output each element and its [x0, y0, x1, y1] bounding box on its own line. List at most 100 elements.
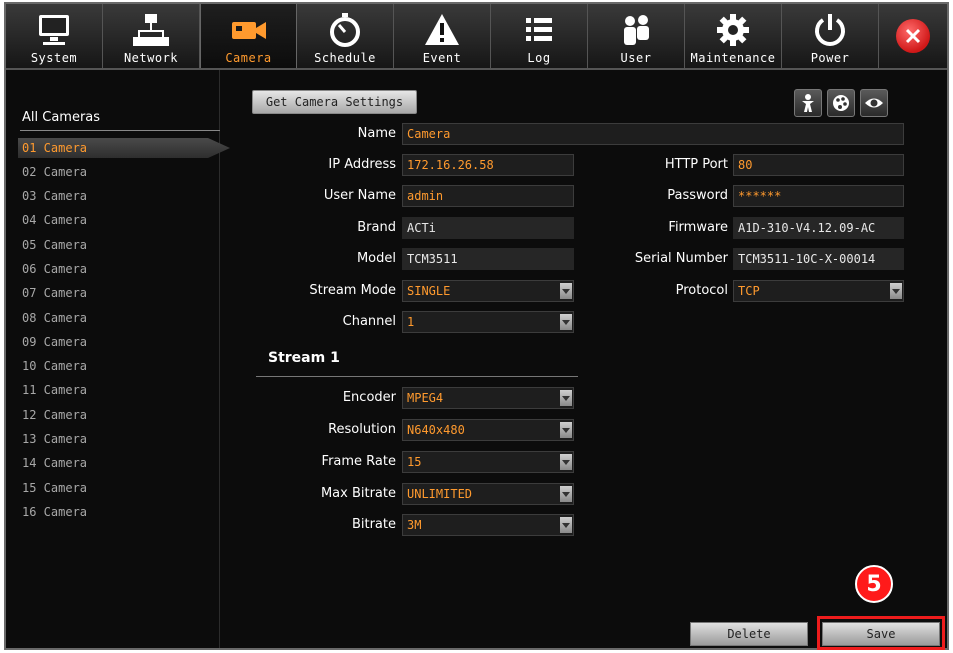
divider: [20, 130, 220, 131]
resolution-value: N640x480: [407, 423, 465, 437]
camera-settings-window: System Network Camera Schedule Event Log…: [4, 2, 949, 650]
camera-list-item[interactable]: 09 Camera: [18, 332, 218, 352]
chevron-down-icon: [562, 396, 570, 401]
chevron-down-icon: [892, 289, 900, 294]
tab-label: Camera: [225, 51, 272, 65]
chevron-down-icon: [562, 428, 570, 433]
max-bitrate-select[interactable]: UNLIMITED: [402, 483, 574, 505]
encoder-value: MPEG4: [407, 391, 444, 405]
eye-icon: [865, 98, 883, 108]
tab-user[interactable]: User: [588, 4, 685, 68]
camera-list-item[interactable]: 14 Camera: [18, 453, 218, 473]
camera-list-item[interactable]: 01 Camera: [18, 138, 230, 158]
protocol-label: Protocol: [675, 283, 728, 298]
monitor-icon: [39, 15, 69, 45]
tab-label: User: [620, 51, 652, 65]
channel-value: 1: [407, 315, 415, 329]
resolution-label: Resolution: [328, 422, 396, 437]
camera-list-item[interactable]: 04 Camera: [18, 210, 218, 230]
tab-network[interactable]: Network: [103, 4, 200, 68]
power-icon: [815, 14, 845, 46]
chevron-down-icon: [562, 320, 570, 325]
camera-list-item[interactable]: 02 Camera: [18, 162, 218, 182]
camera-list-item[interactable]: 11 Camera: [18, 380, 218, 400]
tab-label: Schedule: [314, 51, 376, 65]
firmware-label: Firmware: [668, 220, 728, 235]
list-icon: [526, 18, 552, 41]
camera-list: All Cameras 01 Camera 02 Camera 03 Camer…: [6, 70, 230, 648]
tab-label: Network: [123, 51, 179, 65]
palette-button[interactable]: [827, 89, 855, 117]
frame-rate-label: Frame Rate: [321, 454, 396, 469]
tab-power[interactable]: Power: [782, 4, 879, 68]
camera-list-item[interactable]: 10 Camera: [18, 356, 218, 376]
camera-list-item[interactable]: 16 Camera: [18, 502, 218, 522]
protocol-select[interactable]: TCP: [733, 280, 904, 302]
firmware-value: A1D-310-V4.12.09-AC: [733, 217, 904, 239]
http-port-input[interactable]: 80: [733, 154, 904, 176]
close-area: [879, 4, 947, 68]
person-icon: [802, 94, 814, 112]
camera-list-item[interactable]: 12 Camera: [18, 405, 218, 425]
user-name-label: User Name: [323, 188, 396, 203]
protocol-value: TCP: [738, 284, 760, 298]
save-highlight-box: [817, 616, 945, 650]
tab-event[interactable]: Event: [394, 4, 491, 68]
tab-label: Log: [527, 51, 551, 65]
camera-list-item[interactable]: 05 Camera: [18, 235, 218, 255]
main-menu-bar: System Network Camera Schedule Event Log…: [6, 4, 947, 70]
tab-label: Event: [422, 51, 462, 65]
gear-icon: [717, 14, 749, 46]
camera-list-item[interactable]: 06 Camera: [18, 259, 218, 279]
camera-list-item[interactable]: 03 Camera: [18, 186, 218, 206]
get-camera-settings-button[interactable]: Get Camera Settings: [252, 90, 417, 114]
tab-log[interactable]: Log: [491, 4, 588, 68]
stream-section-title: Stream 1: [268, 350, 340, 366]
eye-button[interactable]: [860, 89, 888, 117]
encoder-select[interactable]: MPEG4: [402, 387, 574, 409]
max-bitrate-value: UNLIMITED: [407, 487, 473, 501]
channel-select[interactable]: 1: [402, 311, 574, 333]
tab-system[interactable]: System: [6, 4, 103, 68]
stream-mode-label: Stream Mode: [309, 283, 396, 298]
close-button[interactable]: [896, 19, 930, 53]
chevron-down-icon: [562, 460, 570, 465]
tab-maintenance[interactable]: Maintenance: [685, 4, 782, 68]
bitrate-label: Bitrate: [351, 517, 396, 532]
camera-list-item[interactable]: 07 Camera: [18, 283, 218, 303]
tab-camera[interactable]: Camera: [200, 4, 297, 68]
person-button[interactable]: [794, 89, 822, 117]
serial-number-value: TCM3511-10C-X-00014: [733, 248, 904, 270]
view-icons: [794, 89, 888, 117]
http-port-label: HTTP Port: [664, 157, 728, 172]
tab-label: Maintenance: [690, 51, 776, 65]
chevron-down-icon: [562, 523, 570, 528]
max-bitrate-label: Max Bitrate: [320, 486, 396, 501]
frame-rate-select[interactable]: 15: [402, 451, 574, 473]
delete-button[interactable]: Delete: [690, 622, 808, 646]
step-badge: 5: [855, 565, 893, 603]
palette-icon: [833, 95, 849, 111]
close-icon: [905, 28, 921, 44]
bitrate-select[interactable]: 3M: [402, 514, 574, 536]
password-input[interactable]: ******: [733, 185, 904, 207]
users-icon: [624, 15, 649, 45]
tab-schedule[interactable]: Schedule: [297, 4, 394, 68]
camera-list-item[interactable]: 13 Camera: [18, 429, 218, 449]
bitrate-value: 3M: [407, 518, 422, 532]
serial-number-label: Serial Number: [634, 251, 728, 266]
brand-label: Brand: [357, 220, 396, 235]
camera-icon: [231, 22, 266, 39]
camera-list-item[interactable]: 15 Camera: [18, 478, 218, 498]
camera-list-item[interactable]: 08 Camera: [18, 308, 218, 328]
name-label: Name: [357, 126, 396, 141]
resolution-select[interactable]: N640x480: [402, 419, 574, 441]
ip-address-label: IP Address: [328, 157, 396, 172]
encoder-label: Encoder: [342, 390, 396, 405]
chevron-down-icon: [562, 289, 570, 294]
password-label: Password: [667, 188, 728, 203]
warning-icon: [425, 14, 459, 45]
all-cameras-header[interactable]: All Cameras: [22, 110, 100, 125]
tab-label: Power: [810, 51, 850, 65]
name-input[interactable]: Camera: [402, 123, 904, 145]
